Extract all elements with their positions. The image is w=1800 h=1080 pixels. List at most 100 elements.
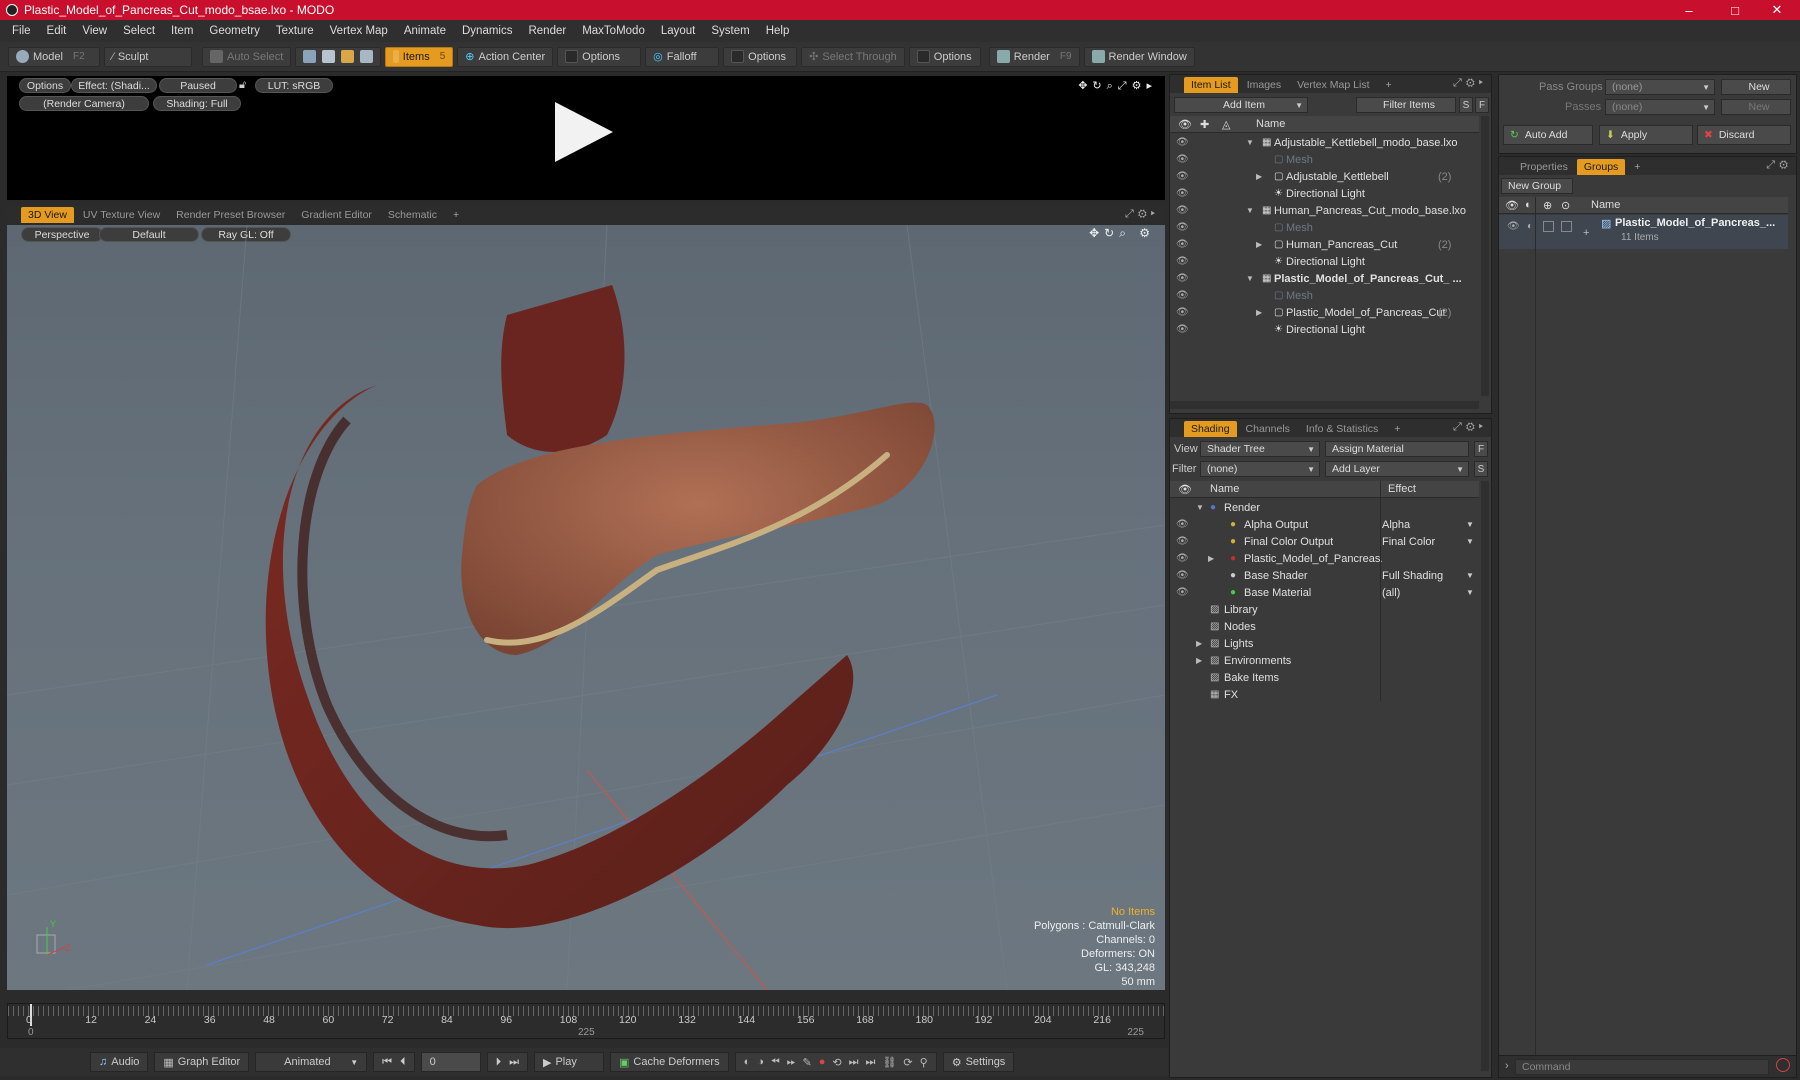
lock-toggle-icon[interactable] [1543, 221, 1554, 232]
key-all-icon[interactable]: ◑ [757, 1056, 764, 1068]
shader-tree-row[interactable]: 👁︎ ● Base Shader Full Shading ▼ [1170, 567, 1479, 584]
item-list-row[interactable]: 👁︎ ☀ Directional Light [1170, 185, 1479, 202]
shading-s-button[interactable]: S [1474, 461, 1488, 477]
minimize-button[interactable]: – [1666, 0, 1712, 20]
render-toggle-icon[interactable]: ◐ [1527, 221, 1533, 232]
tab-gradient-editor[interactable]: Gradient Editor [294, 207, 379, 223]
eye-icon[interactable]: 👁︎ [1176, 570, 1189, 581]
eye-icon[interactable]: 👁︎ [1176, 273, 1189, 284]
play-render-icon[interactable] [555, 102, 613, 162]
panel-icons[interactable]: ⤢⚙ [1766, 159, 1792, 172]
cache-deformers-button[interactable]: ▣ Cache Deformers [609, 1052, 729, 1072]
preview-nav-icons[interactable]: ✥↻⌕⤢⚙▸ [1078, 79, 1157, 93]
filter-keys-icon[interactable]: ⚲ [920, 1056, 928, 1069]
select-toggle-icon[interactable] [1561, 221, 1572, 232]
menu-vertex-map[interactable]: Vertex Map [322, 25, 396, 37]
loop-icon[interactable]: ⟲ [832, 1056, 841, 1069]
eye-icon[interactable]: 👁︎ [1176, 519, 1189, 530]
preview-lut-dropdown[interactable]: LUT: sRGB [255, 78, 333, 93]
menu-edit[interactable]: Edit [39, 25, 75, 37]
select-through-options-button[interactable]: Options [908, 46, 981, 67]
prev-key-button-icon[interactable]: ⏪︎ [771, 1056, 780, 1069]
vertices-mode-icon[interactable] [303, 50, 317, 63]
tab-properties[interactable]: Properties [1513, 159, 1575, 175]
menu-dynamics[interactable]: Dynamics [454, 25, 520, 37]
auto-add-button[interactable]: ↻ Auto Add [1503, 125, 1593, 145]
tab-uv-texture-view[interactable]: UV Texture View [76, 207, 167, 223]
audio-button[interactable]: ♫ Audio [90, 1052, 149, 1072]
eye-icon[interactable]: 👁︎ [1176, 154, 1189, 165]
play-button[interactable]: ▶ Play [533, 1052, 604, 1072]
add-tab-button[interactable]: + [1627, 159, 1647, 175]
next-frame-icon[interactable]: ⏵ [496, 1056, 502, 1069]
auto-select-button[interactable]: Auto Select [202, 46, 292, 67]
item-list-scrollbar[interactable] [1481, 116, 1489, 396]
eye-icon[interactable]: 👁︎ [1176, 222, 1189, 233]
add-layer-dropdown[interactable]: Add Layer ▼ [1325, 461, 1469, 477]
rewind-icon[interactable]: ⏭︎ [849, 1056, 859, 1069]
select-through-button[interactable]: ✣ Select Through [801, 46, 905, 67]
menu-geometry[interactable]: Geometry [201, 25, 268, 37]
menu-help[interactable]: Help [758, 25, 798, 37]
shader-tree-row[interactable]: ▦ FX [1170, 686, 1479, 703]
3d-viewport[interactable]: Perspective Default Ray GL: Off ✥↻⌕ ⚙ Y … [7, 225, 1165, 990]
panel-icons[interactable]: ⤢⚙▸ [1453, 421, 1487, 434]
collapse-icon[interactable]: ▼ [1246, 206, 1254, 215]
shading-scrollbar[interactable] [1481, 481, 1489, 1071]
falloff-button[interactable]: ◎ Falloff [645, 46, 720, 67]
item-list-row[interactable]: 👁︎ ☀ Directional Light [1170, 321, 1479, 338]
menu-texture[interactable]: Texture [268, 25, 322, 37]
render-window-button[interactable]: Render Window [1083, 46, 1195, 67]
filter-dropdown[interactable]: (none) ▼ [1200, 461, 1320, 477]
tab-render-preset-browser[interactable]: Render Preset Browser [169, 207, 292, 223]
discard-button[interactable]: ✖ Discard [1697, 125, 1791, 145]
shader-tree-row[interactable]: ▼ ● Render [1170, 499, 1479, 516]
eye-icon[interactable]: 👁︎ [1176, 171, 1189, 182]
preview-effect-dropdown[interactable]: Effect: (Shadi... [71, 78, 157, 93]
effect-dropdown[interactable]: (all) [1382, 587, 1478, 599]
shader-tree-row[interactable]: 👁︎ ▶ ● Plastic_Model_of_Pancreas... [1170, 550, 1479, 567]
assign-material-button[interactable]: Assign Material [1325, 441, 1469, 457]
graph-editor-button[interactable]: ▦ Graph Editor [154, 1052, 250, 1072]
sculpt-mode-button[interactable]: ∕ Sculpt [104, 46, 192, 67]
filter-s-button[interactable]: S [1459, 97, 1473, 113]
record-icon[interactable]: ● [819, 1056, 826, 1068]
tab-info-statistics[interactable]: Info & Statistics [1299, 421, 1385, 437]
key-icon[interactable]: ◐ [744, 1056, 751, 1068]
passes-dropdown[interactable]: (none) ▼ [1605, 99, 1715, 115]
item-list-row[interactable]: 👁︎ ☀ Directional Light [1170, 253, 1479, 270]
maximize-button[interactable]: □ [1712, 0, 1758, 20]
go-to-start-icon[interactable]: ⏮︎ [382, 1056, 392, 1069]
group-row[interactable]: 👁︎ ◐ + ▨ Plastic_Model_of_Pancreas_... 1… [1499, 215, 1788, 249]
tab-channels[interactable]: Channels [1239, 421, 1297, 437]
eye-icon[interactable]: 👁︎ [1507, 221, 1520, 232]
collapse-icon[interactable]: ▼ [1196, 503, 1204, 512]
action-center-button[interactable]: ⊕ Action Center [457, 46, 554, 67]
shading-f-button[interactable]: F [1474, 441, 1488, 457]
item-list-row[interactable]: 👁︎ ▼ ▦ Plastic_Model_of_Pancreas_Cut_ ... [1170, 270, 1479, 287]
materials-mode-icon[interactable] [360, 50, 374, 63]
items-mode-button[interactable]: Items 5 [385, 46, 454, 67]
expand-icon[interactable]: ▶ [1208, 554, 1214, 563]
item-list-row[interactable]: 👁︎ ▼ ▦ Human_Pancreas_Cut_modo_base.lxo [1170, 202, 1479, 219]
collapse-icon[interactable]: ▼ [1246, 138, 1254, 147]
eye-icon[interactable]: 👁︎ [1176, 205, 1189, 216]
eye-icon[interactable]: 👁︎ [1176, 188, 1189, 199]
effect-dropdown[interactable]: Final Color [1382, 536, 1478, 548]
shader-tree-row[interactable]: ▨ Bake Items [1170, 669, 1479, 686]
menu-view[interactable]: View [74, 25, 115, 37]
prev-key-icon[interactable]: ⏴ [400, 1056, 406, 1069]
shader-tree-row[interactable]: ▶ ▨ Environments [1170, 652, 1479, 669]
expand-icon[interactable]: + [1583, 227, 1589, 239]
new-pass-group-button[interactable]: New [1721, 79, 1791, 95]
eye-icon[interactable]: 👁︎ [1176, 307, 1189, 318]
lock-icon[interactable]: 🔓︎ [239, 79, 246, 92]
menu-render[interactable]: Render [520, 25, 574, 37]
preview-paused-button[interactable]: Paused [159, 78, 237, 93]
viewport-panel-icons[interactable]: ⤢⚙▸ [1125, 208, 1159, 221]
item-list-hscrollbar[interactable] [1170, 401, 1479, 409]
eye-icon[interactable]: 👁︎ [1176, 256, 1189, 267]
shader-tree-row[interactable]: ▨ Library [1170, 601, 1479, 618]
shader-tree-row[interactable]: ▨ Nodes [1170, 618, 1479, 635]
sync-icon[interactable]: ⟳ [903, 1056, 912, 1069]
